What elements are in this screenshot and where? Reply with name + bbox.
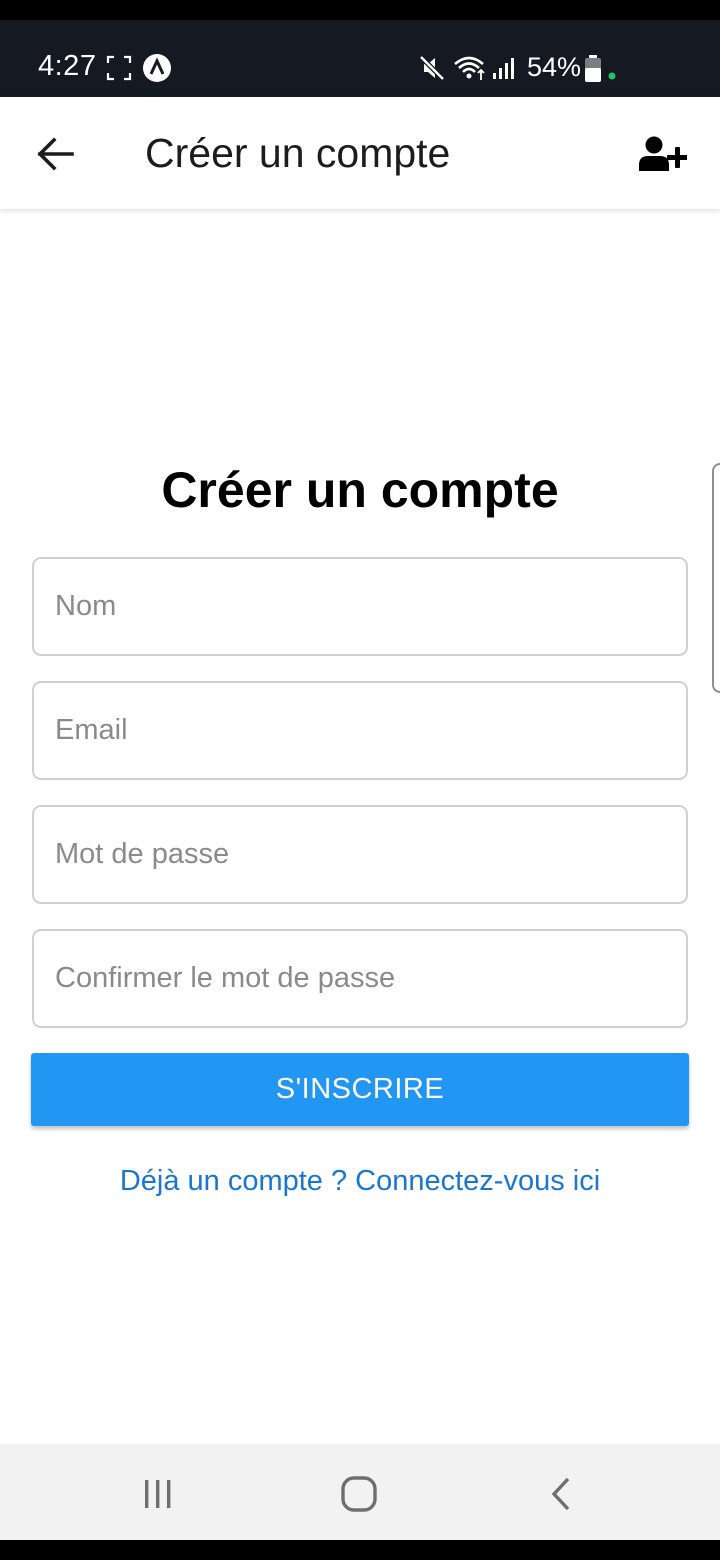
back-icon (551, 1477, 570, 1511)
password-field[interactable] (32, 805, 688, 904)
status-bar: 4:27 54% (0, 20, 720, 97)
recent-apps-button[interactable] (113, 1464, 203, 1524)
email-input[interactable] (34, 683, 686, 778)
email-field[interactable] (32, 681, 688, 780)
form-title: Créer un compte (161, 462, 559, 518)
back-button[interactable] (24, 123, 86, 185)
screen: 4:27 54% Créer un compte Créer un compte… (0, 0, 720, 1560)
battery-percentage: 54% (527, 52, 582, 82)
page-title: Créer un compte (145, 130, 451, 176)
home-icon (341, 1476, 377, 1512)
confirm-password-input[interactable] (34, 931, 686, 1026)
password-input[interactable] (34, 807, 686, 902)
signup-button[interactable]: S'INSCRIRE (31, 1053, 689, 1126)
name-field[interactable] (32, 557, 688, 656)
system-nav-bar (0, 1444, 720, 1540)
app-notification-icon (143, 54, 171, 82)
home-button[interactable] (314, 1464, 404, 1524)
wifi-icon (454, 56, 485, 80)
system-back-button[interactable] (516, 1464, 606, 1524)
screenshot-frame-icon (106, 55, 132, 81)
add-user-button[interactable] (630, 123, 696, 185)
arrow-left-icon (37, 137, 74, 171)
green-dot-indicator (608, 72, 616, 80)
battery-icon (585, 55, 601, 82)
app-bar: Créer un compte (0, 97, 720, 209)
mute-icon (419, 55, 445, 81)
name-input[interactable] (34, 559, 686, 654)
signup-form-screen: Créer un compte S'INSCRIRE Déjà un compt… (0, 209, 720, 1444)
recent-apps-icon (145, 1480, 171, 1508)
login-link[interactable]: Déjà un compte ? Connectez-vous ici (0, 1163, 720, 1199)
user-plus-icon (639, 136, 687, 171)
confirm-password-field[interactable] (32, 929, 688, 1028)
status-time: 4:27 (38, 50, 97, 82)
signal-icon (493, 58, 514, 79)
